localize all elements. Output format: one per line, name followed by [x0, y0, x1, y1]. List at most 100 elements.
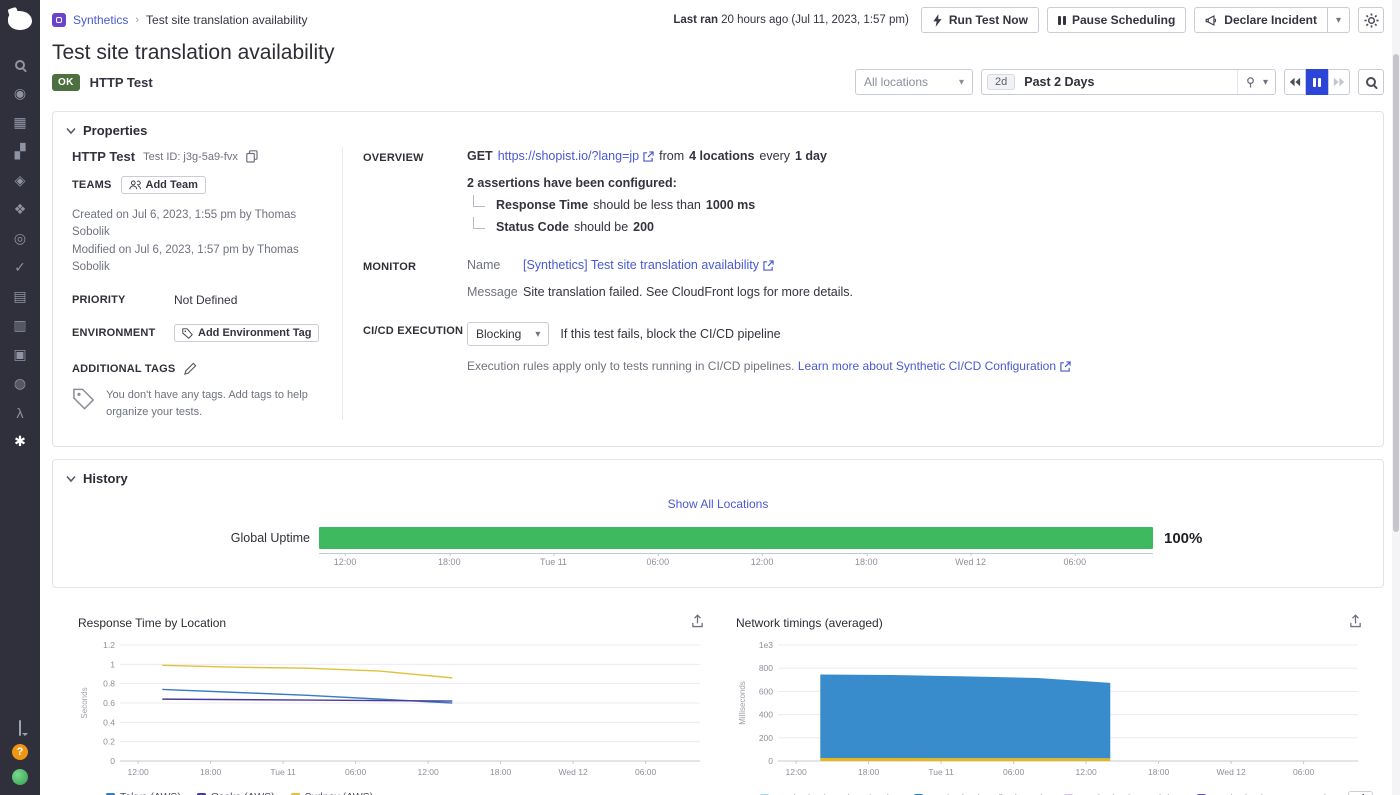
empty-tags-state: You don't have any tags. Add tags to hel…: [72, 387, 324, 420]
magnifier-glyph: [15, 60, 25, 70]
add-team-button[interactable]: Add Team: [121, 176, 206, 194]
synthetics-icon[interactable]: ✱: [0, 427, 40, 456]
tag-icon: [182, 328, 193, 339]
fast-forward-button[interactable]: [1328, 69, 1350, 95]
request-url-link[interactable]: https://shopist.io/?lang=jp: [498, 149, 654, 163]
uptime-tick-label: 06:00: [1064, 557, 1087, 567]
chevron-down-icon: [66, 127, 76, 135]
add-team-label: Add Team: [146, 179, 198, 191]
test-id: Test ID: j3g-5a9-fvx: [143, 151, 238, 163]
properties-section-header[interactable]: Properties: [53, 112, 1383, 147]
page-scrollbar[interactable]: [1392, 0, 1400, 795]
zoom-reset-button[interactable]: [1358, 69, 1384, 95]
svg-text:0.2: 0.2: [103, 737, 115, 747]
edit-pencil-icon[interactable]: [184, 362, 197, 375]
uptime-tick-label: 12:00: [751, 557, 774, 567]
datadog-logo-icon[interactable]: [7, 8, 33, 32]
time-controls: All locations ▾ 2d Past 2 Days ▾: [855, 69, 1384, 95]
infrastructure-icon[interactable]: ▦: [0, 108, 40, 137]
pause-scheduling-button[interactable]: Pause Scheduling: [1047, 7, 1186, 33]
svg-text:Wed 12: Wed 12: [559, 767, 588, 777]
assertion-name: Response Time: [496, 198, 588, 212]
settings-gear-button[interactable]: [1358, 7, 1384, 33]
time-range-picker[interactable]: 2d Past 2 Days ▾: [981, 69, 1276, 95]
network-timings-chart-panel: Network timings (averaged) 0200400600800…: [736, 614, 1364, 795]
assertion-value: 1000 ms: [706, 198, 755, 212]
svg-text:18:00: 18:00: [490, 767, 512, 777]
region-status-icon[interactable]: [12, 769, 28, 785]
declare-incident-caret[interactable]: ▾: [1328, 7, 1350, 33]
fast-forward-icon: [1333, 77, 1345, 87]
ci-cd-icon[interactable]: ✓: [0, 253, 40, 282]
search-icon[interactable]: [0, 50, 40, 79]
legend-item[interactable]: Osaka (AWS): [197, 791, 275, 795]
databases-icon[interactable]: ▤: [0, 282, 40, 311]
scrollbar-thumb[interactable]: [1393, 54, 1399, 532]
uptime-tick-label: 12:00: [334, 557, 357, 567]
properties-right-column: OVERVIEW GET https://shopist.io/?lang=jp…: [343, 147, 1383, 420]
monitors-icon[interactable]: ◈: [0, 166, 40, 195]
monitor-name-link[interactable]: [Synthetics] Test site translation avail…: [523, 258, 1357, 272]
magnifier-icon: [1366, 77, 1376, 87]
pin-icon[interactable]: [1245, 77, 1256, 88]
cicd-note: Execution rules apply only to tests runn…: [467, 359, 1357, 373]
run-test-now-button[interactable]: Run Test Now: [921, 7, 1039, 33]
watchdog-icon[interactable]: ◉: [0, 79, 40, 108]
legend-item[interactable]: Tokyo (AWS): [106, 791, 181, 795]
cicd-learn-more-link[interactable]: Learn more about Synthetic CI/CD Configu…: [798, 359, 1071, 373]
security-icon[interactable]: ▣: [0, 340, 40, 369]
copy-icon[interactable]: [246, 150, 258, 163]
every-word: every: [759, 149, 790, 163]
breadcrumb-synthetics-link[interactable]: Synthetics: [73, 13, 128, 27]
svg-text:12:00: 12:00: [127, 767, 149, 777]
topbar: Synthetics › Test site translation avail…: [52, 6, 1384, 34]
main-content: Synthetics › Test site translation avail…: [40, 0, 1400, 795]
monitor-name-text: [Synthetics] Test site translation avail…: [523, 258, 759, 272]
cicd-execution-select[interactable]: Blocking ▾: [467, 322, 549, 346]
chevron-down-icon[interactable]: ▾: [1263, 77, 1268, 88]
uptime-tick-label: 18:00: [438, 557, 461, 567]
monitor-message-label: Message: [467, 285, 523, 299]
logs-icon[interactable]: ▥: [0, 311, 40, 340]
svg-text:200: 200: [759, 733, 773, 743]
test-type-label: HTTP Test: [90, 75, 153, 90]
pause-icon: [1058, 16, 1066, 25]
locations-filter-select[interactable]: All locations ▾: [855, 69, 973, 95]
response-time-chart[interactable]: 00.20.40.60.811.212:0018:00Tue 1106:0012…: [78, 635, 706, 785]
chevron-down-icon: [66, 475, 76, 483]
response-chart-legend: Tokyo (AWS) Osaka (AWS) Sydney (AWS): [78, 791, 706, 795]
assertion-condition: should be: [574, 220, 628, 234]
declare-incident-label: Declare Incident: [1224, 13, 1317, 27]
metrics-icon[interactable]: ▞: [0, 137, 40, 166]
properties-body: HTTP Test Test ID: j3g-5a9-fvx TEAMS Add…: [53, 147, 1383, 446]
history-section-header[interactable]: History: [53, 460, 1383, 495]
rewind-button[interactable]: [1284, 69, 1306, 95]
legend-item[interactable]: Sydney (AWS): [291, 791, 373, 795]
external-link-icon: [763, 260, 774, 271]
help-icon[interactable]: ?: [12, 744, 28, 760]
serverless-icon[interactable]: λ: [0, 398, 40, 427]
global-uptime-chart[interactable]: 12:0018:00Tue 1106:0012:0018:00Wed 1206:…: [319, 527, 1153, 571]
response-time-chart-panel: Response Time by Location 00.20.40.60.81…: [78, 614, 706, 795]
network-timings-chart[interactable]: 02004006008001e312:0018:00Tue 1106:0012:…: [736, 635, 1364, 785]
time-range-shortcode: 2d: [987, 74, 1015, 90]
chat-support-icon[interactable]: [19, 721, 21, 735]
legend-more-badge[interactable]: +1: [1348, 791, 1373, 795]
pause-scheduling-label: Pause Scheduling: [1072, 13, 1175, 27]
uptime-tick-label: Wed 12: [955, 557, 986, 567]
network-chart-title: Network timings (averaged): [736, 616, 883, 630]
export-icon[interactable]: [1349, 614, 1362, 631]
rum-icon[interactable]: ◍: [0, 369, 40, 398]
lightning-icon: [932, 14, 943, 27]
add-environment-tag-button[interactable]: Add Environment Tag: [174, 324, 319, 342]
export-icon[interactable]: [691, 614, 704, 631]
pause-live-button[interactable]: [1306, 69, 1328, 95]
apm-icon[interactable]: ◎: [0, 224, 40, 253]
integrations-icon[interactable]: ❖: [0, 195, 40, 224]
monitor-label: MONITOR: [363, 258, 467, 273]
show-all-locations-link[interactable]: Show All Locations: [53, 497, 1383, 511]
created-modified-text: Created on Jul 6, 2023, 1:55 pm by Thoma…: [72, 207, 324, 276]
declare-incident-button[interactable]: Declare Incident: [1194, 7, 1328, 33]
uptime-bar: [319, 527, 1153, 549]
svg-text:800: 800: [759, 663, 773, 673]
